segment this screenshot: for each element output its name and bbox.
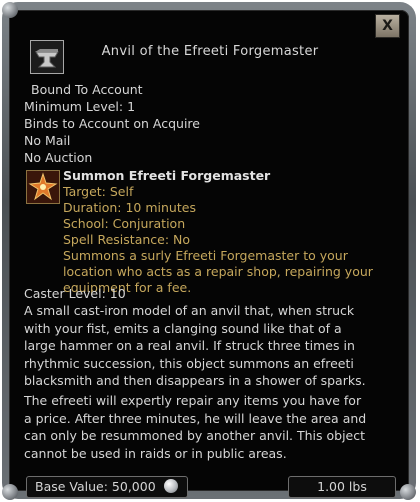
description-line: blacksmith and then disappears in a show…: [24, 373, 366, 388]
frame-rivet-top-left: [2, 2, 18, 18]
spell-school: School: Conjuration: [63, 216, 186, 231]
property-min-level: Minimum Level: 1: [24, 99, 136, 114]
description-line: a price. After three minutes, he will le…: [24, 410, 367, 426]
property-bound: Bound To Account: [31, 82, 143, 97]
description-line: can only be resummoned by another anvil.…: [24, 428, 366, 443]
close-button[interactable]: X: [375, 14, 400, 38]
description-line: rhythmic succession, this object summons…: [24, 355, 354, 371]
spell-target: Target: Self: [63, 184, 134, 199]
base-value-text: Base Value: 50,000: [35, 479, 156, 494]
spell-resistance: Spell Resistance: No: [63, 232, 191, 247]
caster-level: Caster Level: 10: [24, 286, 126, 301]
property-no-mail: No Mail: [24, 133, 71, 148]
weight-field: 1.00 lbs: [288, 476, 396, 498]
description-line: large hammer on a real anvil. If struck …: [24, 338, 355, 353]
description-line: The efreeti will expertly repair any ite…: [24, 393, 362, 408]
weight-text: 1.00 lbs: [317, 479, 367, 494]
property-binds: Binds to Account on Acquire: [24, 116, 200, 131]
property-no-auction: No Auction: [24, 150, 93, 165]
spell-duration: Duration: 10 minutes: [63, 200, 196, 215]
frame-rivet-bottom-left: [2, 484, 18, 500]
item-description: A small cast-iron model of an anvil that…: [24, 302, 394, 390]
description-line: A small cast-iron model of an anvil that…: [24, 303, 355, 318]
description-line: with your fist, emits a clanging sound l…: [24, 320, 342, 336]
item-title: Anvil of the Efreeti Forgemaster: [101, 44, 319, 59]
spell-description-line: Summons a surly Efreeti Forgemaster to y…: [63, 248, 348, 263]
spell-icon: [26, 170, 60, 204]
item-description-repair: The efreeti will expertly repair any ite…: [24, 392, 394, 462]
spell-name: Summon Efreeti Forgemaster: [63, 168, 271, 183]
description-line: cannot be used in raids or in public are…: [24, 445, 287, 461]
frame-rivet-bottom-right: [400, 484, 416, 500]
spell-description-line: location who acts as a repair shop, repa…: [63, 264, 373, 279]
platinum-coin-icon: [164, 479, 178, 493]
